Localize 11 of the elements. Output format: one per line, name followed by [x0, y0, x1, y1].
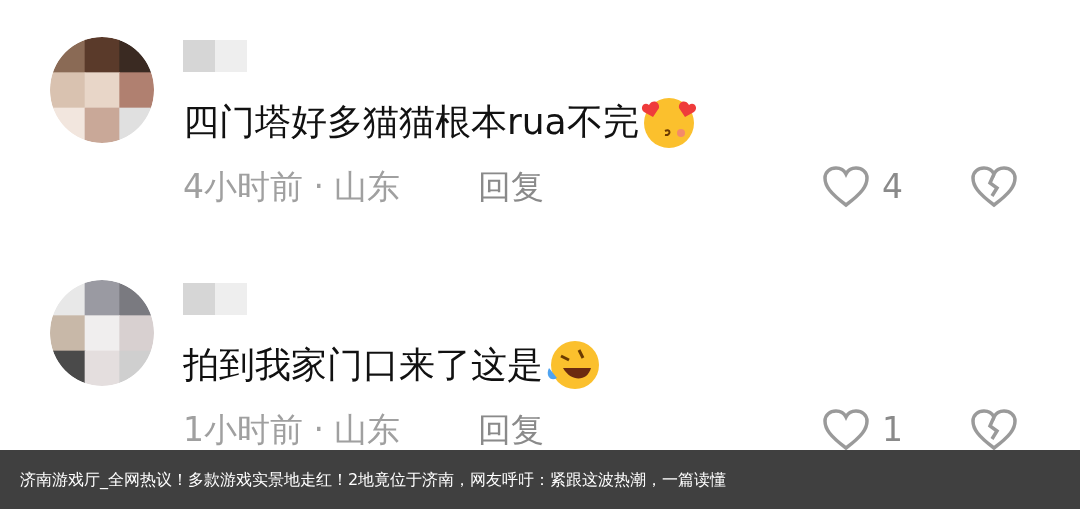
like-count: 1: [882, 409, 904, 452]
heart-icon[interactable]: [822, 408, 870, 452]
comment-meta: 4小时前 · 山东: [183, 166, 402, 209]
caption-text: 济南游戏厅_全网热议！多款游戏实景地走红！2地竟位于济南，网友呼吁：紧跟这波热潮，一篇读懂: [20, 468, 727, 491]
reply-button[interactable]: 回复: [478, 162, 544, 212]
comment-meta: 1小时前 · 山东: [183, 409, 402, 452]
reply-button[interactable]: 回复: [478, 405, 544, 455]
comment-text: 拍到我家门口来了这是: [183, 343, 543, 387]
comment-text: 四门塔好多猫猫根本rua不完: [183, 100, 639, 144]
broken-heart-icon[interactable]: [970, 408, 1018, 452]
like-count: 4: [882, 166, 904, 209]
